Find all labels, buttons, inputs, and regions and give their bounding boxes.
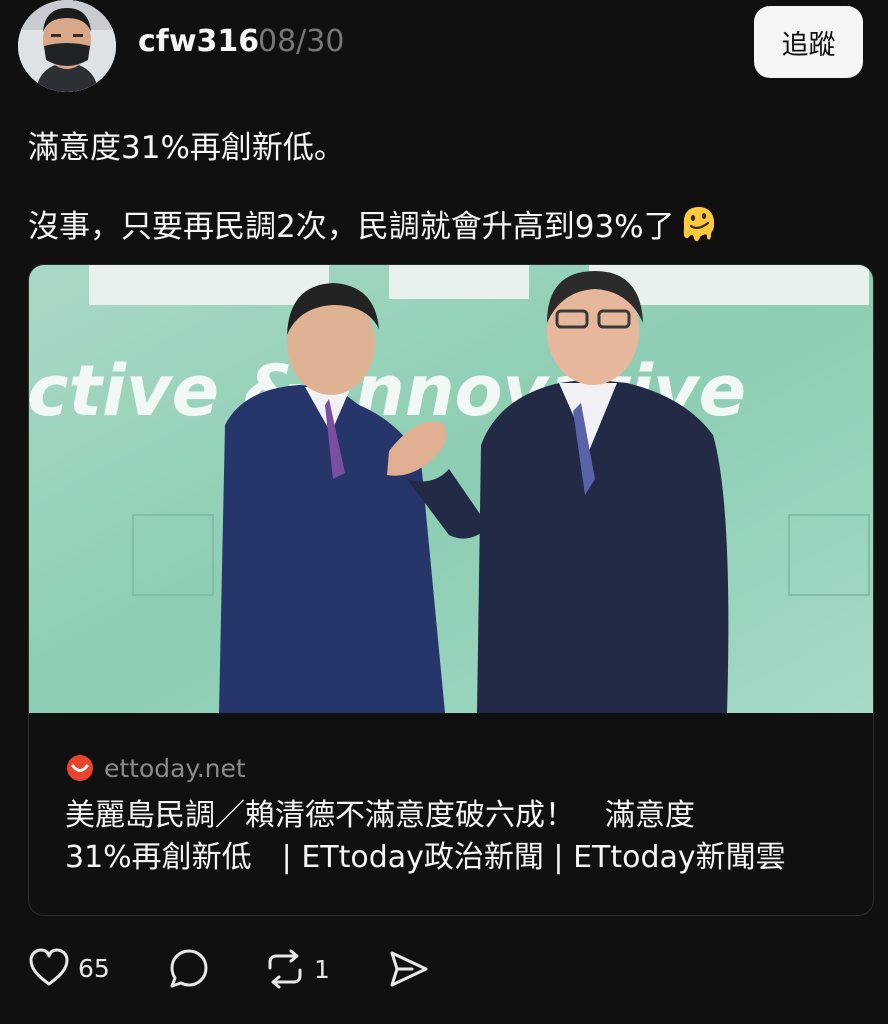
post-text-line-1: 滿意度31%再創新低。 (28, 130, 345, 166)
share-icon (390, 951, 428, 987)
heart-icon (29, 948, 69, 986)
link-source-domain: ettoday.net (104, 753, 246, 783)
link-title-line-1: 美麗島民調／賴清德不滿意度破六成！ 滿意度 (65, 798, 695, 833)
post-header: cfw316 08/30 追蹤 (0, 0, 888, 100)
comment-button[interactable] (168, 948, 210, 990)
repost-count: 1 (314, 954, 330, 984)
username[interactable]: cfw316 (138, 24, 259, 59)
melting-face-emoji (681, 205, 717, 253)
link-preview-card[interactable]: ctive & Innovative ettoday.net 美麗島民調／賴清德… (28, 264, 874, 916)
post-text-line-2: 沒事，只要再民調2次，民調就會升高到93%了 (28, 205, 717, 253)
avatar[interactable] (18, 0, 116, 92)
post-date: 08/30 (258, 24, 345, 59)
like-count: 65 (78, 953, 110, 983)
like-button[interactable]: 65 (28, 948, 110, 988)
share-button[interactable] (388, 948, 430, 990)
link-title-line-2: 31%再創新低 | ETtoday政治新聞 | ETtoday新聞雲 (65, 840, 786, 875)
ettoday-logo-icon (67, 755, 93, 781)
action-bar: 65 1 (28, 944, 868, 998)
post-text-line-2-text: 沒事，只要再民調2次，民調就會升高到93%了 (28, 209, 675, 245)
article-photo[interactable]: ctive & Innovative (29, 265, 873, 713)
link-source: ettoday.net (65, 753, 246, 783)
link-title[interactable]: 美麗島民調／賴清德不滿意度破六成！ 滿意度 31%再創新低 | ETtoday政… (65, 795, 855, 879)
comment-icon (170, 949, 208, 988)
repost-icon (268, 949, 302, 989)
repost-button[interactable]: 1 (264, 948, 330, 990)
follow-button[interactable]: 追蹤 (754, 6, 863, 78)
